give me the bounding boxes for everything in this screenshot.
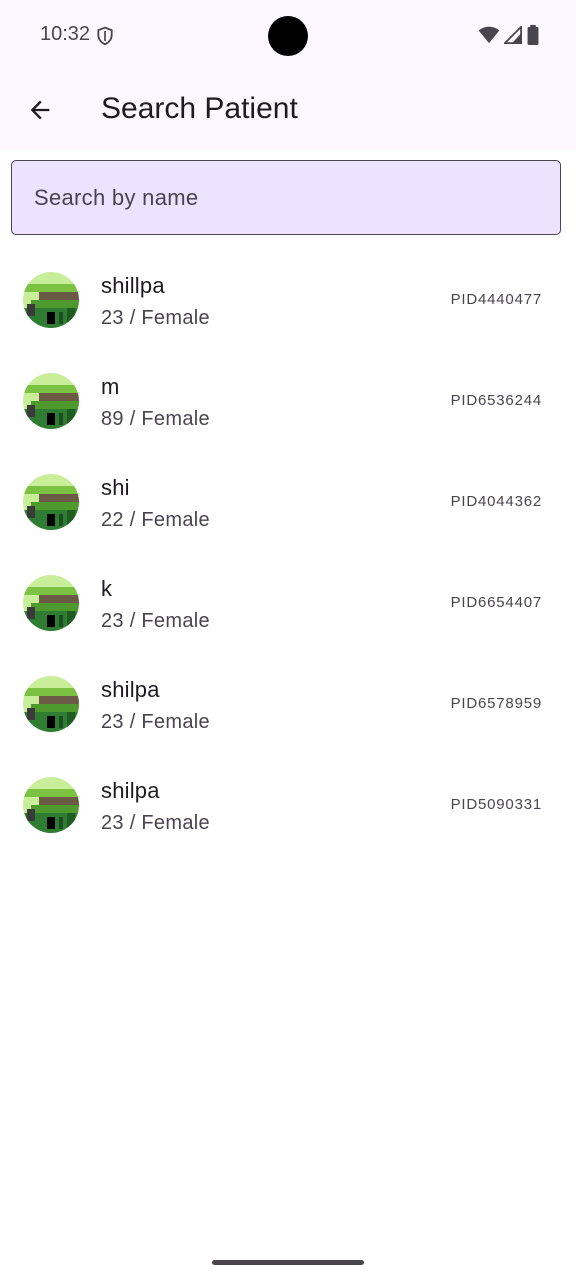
patient-age-gender: 89 / Female bbox=[101, 408, 210, 430]
patient-age-gender: 23 / Female bbox=[101, 610, 210, 632]
avatar bbox=[23, 272, 79, 328]
list-item[interactable]: shillpa 23 / Female PID4440477 bbox=[0, 250, 576, 351]
patient-name: shilpa bbox=[101, 778, 160, 803]
status-bar: 10:32 bbox=[0, 0, 576, 70]
search-input[interactable] bbox=[12, 161, 560, 234]
patient-id: PID6654407 bbox=[450, 594, 542, 611]
patient-name: m bbox=[101, 374, 120, 399]
status-icons bbox=[478, 24, 540, 46]
list-item[interactable]: shilpa 23 / Female PID5090331 bbox=[0, 755, 576, 856]
patient-name: k bbox=[101, 576, 113, 601]
patient-age-gender: 22 / Female bbox=[101, 509, 210, 531]
patient-id: PID4440477 bbox=[450, 291, 542, 308]
arrow-back-icon bbox=[30, 100, 50, 120]
list-item[interactable]: shi 22 / Female PID4044362 bbox=[0, 452, 576, 553]
app-bar: Search Patient bbox=[0, 70, 576, 150]
list-item[interactable]: k 23 / Female PID6654407 bbox=[0, 553, 576, 654]
avatar bbox=[23, 777, 79, 833]
patient-id: PID6536244 bbox=[450, 392, 542, 409]
shield-icon bbox=[97, 26, 113, 46]
patient-name: shi bbox=[101, 475, 130, 500]
patient-list: shillpa 23 / Female PID4440477 m 89 / Fe… bbox=[0, 250, 576, 856]
patient-id: PID5090331 bbox=[450, 796, 542, 813]
search-field[interactable] bbox=[11, 160, 561, 235]
avatar bbox=[23, 676, 79, 732]
wifi-icon bbox=[478, 26, 500, 44]
patient-age-gender: 23 / Female bbox=[101, 307, 210, 329]
patient-id: PID4044362 bbox=[450, 493, 542, 510]
patient-name: shilpa bbox=[101, 677, 160, 702]
list-item[interactable]: shilpa 23 / Female PID6578959 bbox=[0, 654, 576, 755]
front-camera bbox=[268, 16, 308, 56]
page-title: Search Patient bbox=[101, 92, 298, 125]
home-indicator[interactable] bbox=[212, 1260, 364, 1265]
avatar bbox=[23, 575, 79, 631]
patient-age-gender: 23 / Female bbox=[101, 812, 210, 834]
avatar bbox=[23, 373, 79, 429]
battery-icon bbox=[527, 25, 539, 45]
list-item[interactable]: m 89 / Female PID6536244 bbox=[0, 351, 576, 452]
patient-id: PID6578959 bbox=[450, 695, 542, 712]
back-button[interactable] bbox=[18, 88, 62, 132]
status-time: 10:32 bbox=[40, 23, 91, 45]
avatar bbox=[23, 474, 79, 530]
top-area: 10:32 Search Patient bbox=[0, 0, 576, 150]
patient-name: shillpa bbox=[101, 273, 165, 298]
patient-age-gender: 23 / Female bbox=[101, 711, 210, 733]
cellular-signal-icon bbox=[504, 26, 522, 44]
